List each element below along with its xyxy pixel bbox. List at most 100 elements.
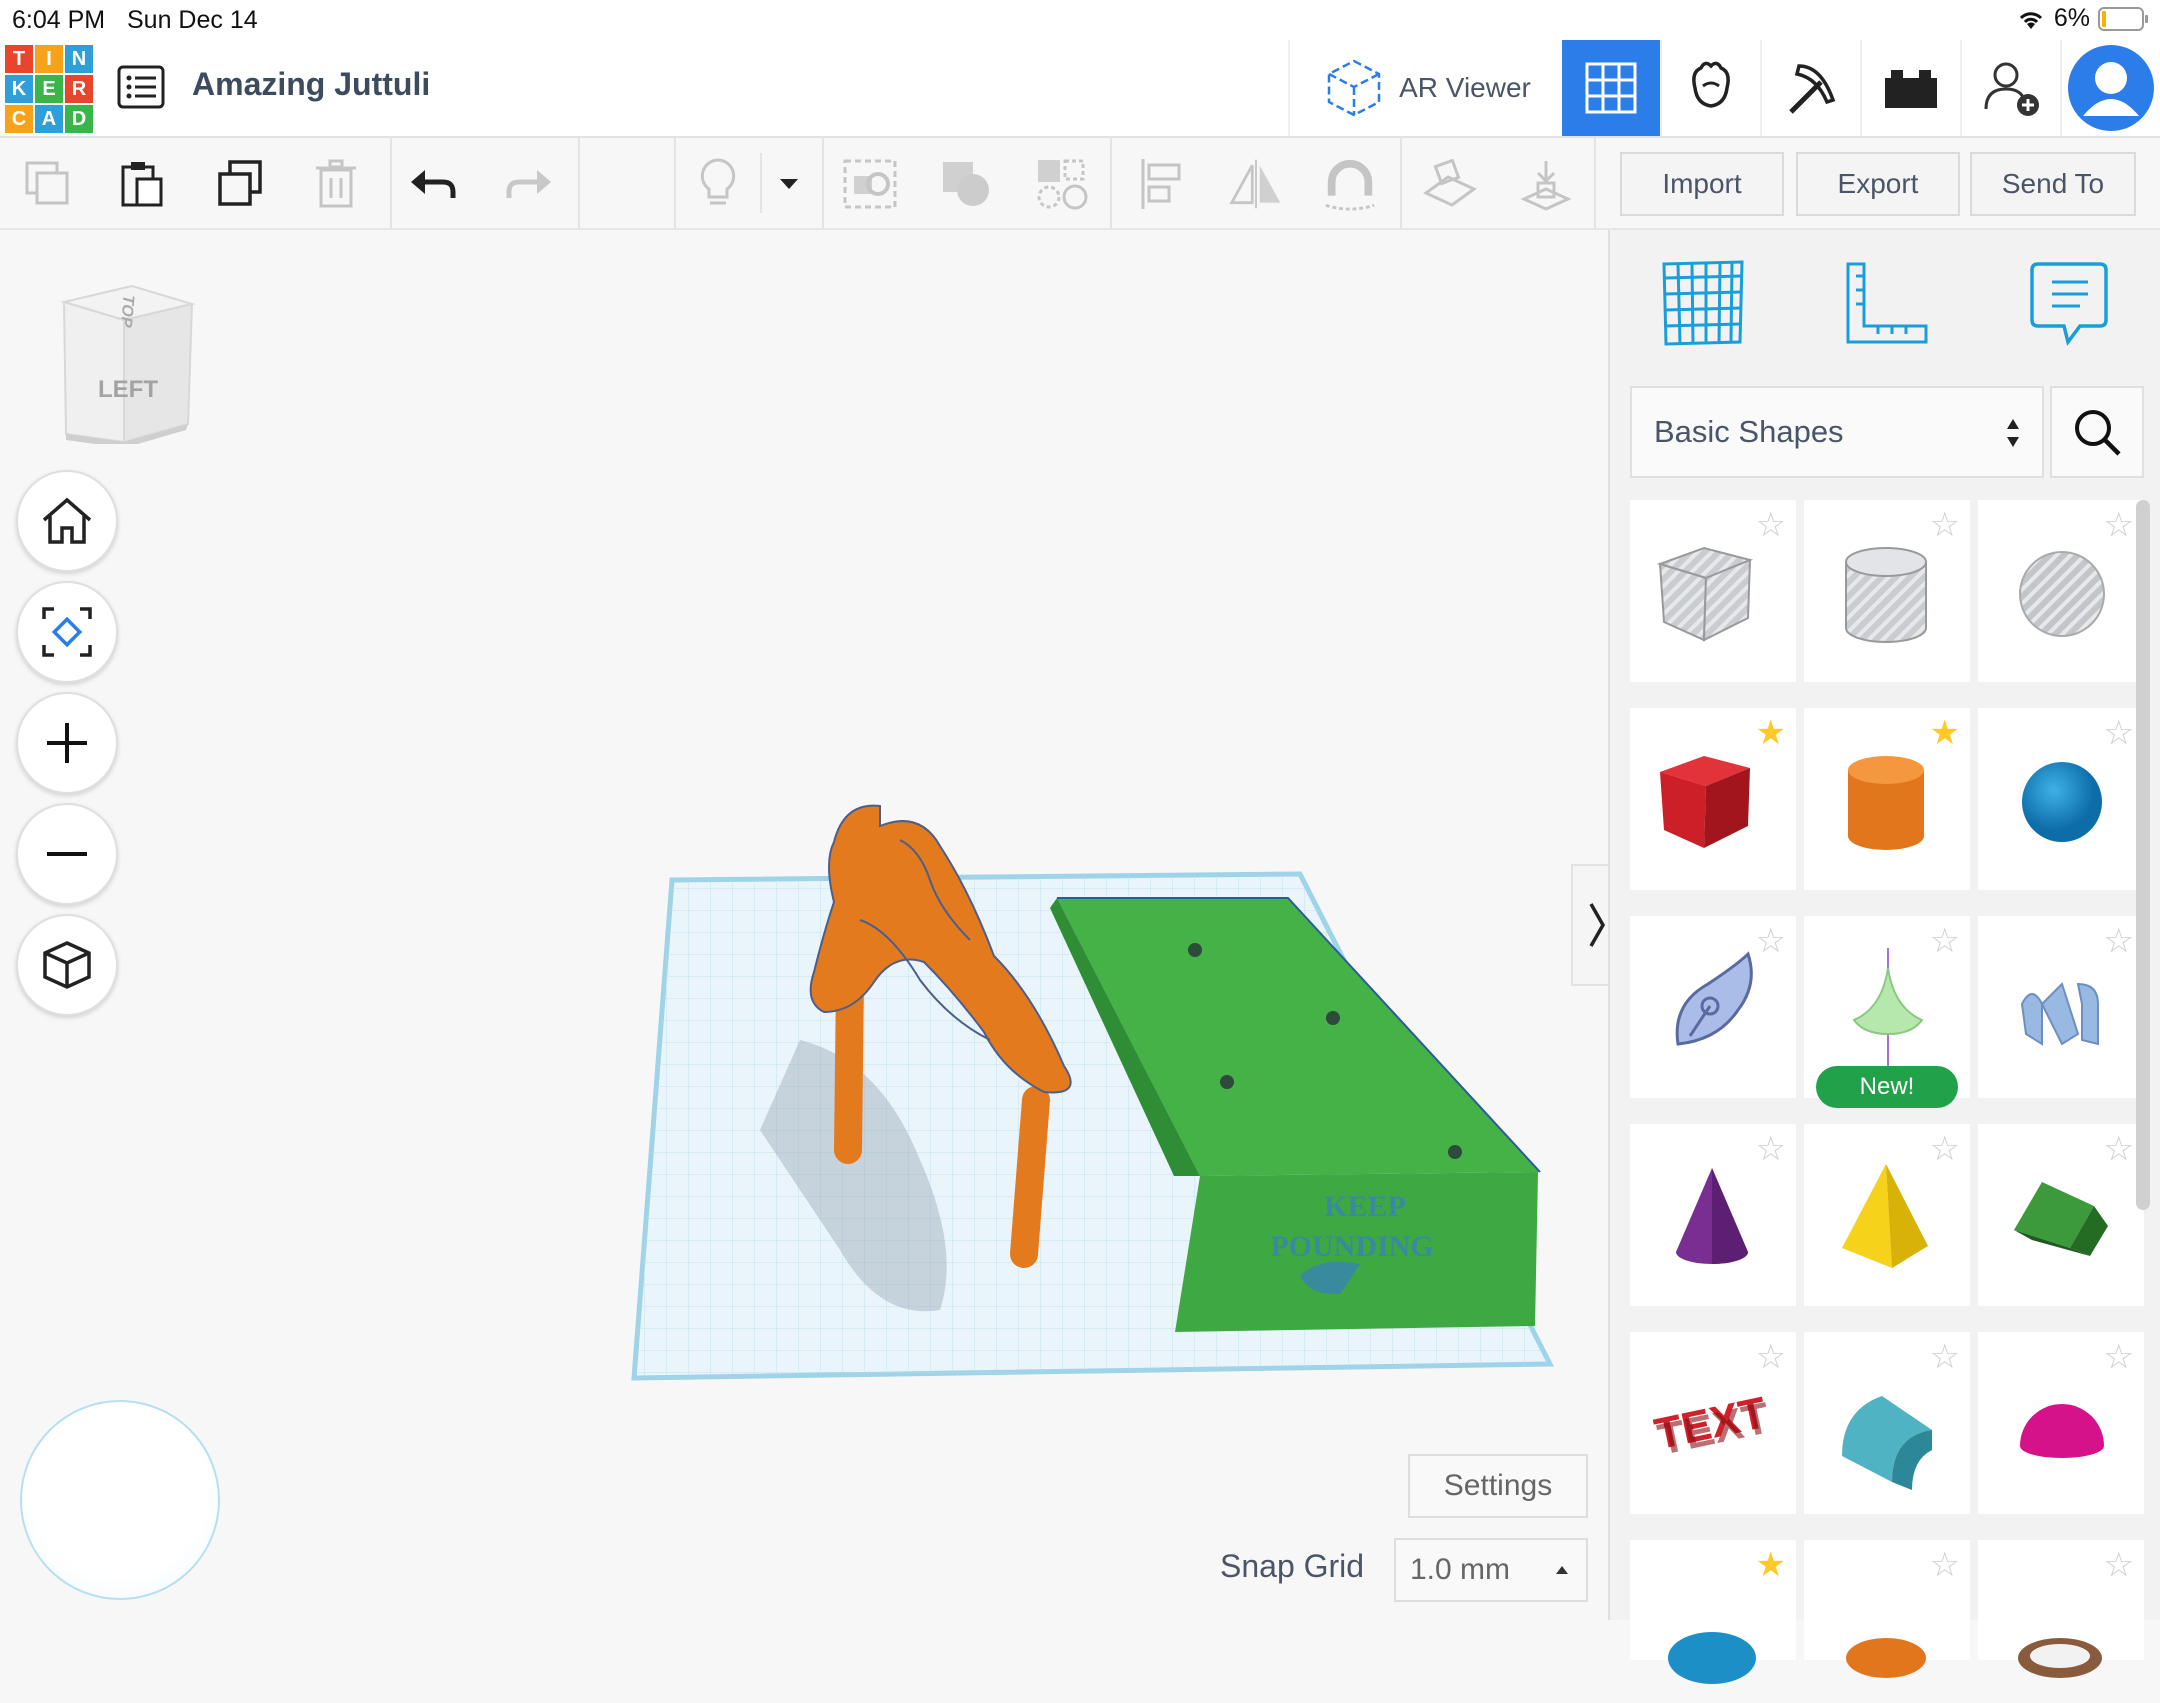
redo-button[interactable] (500, 156, 556, 212)
orbit-joystick[interactable] (20, 1400, 220, 1600)
favorite-star-icon[interactable]: ★ (1930, 716, 1960, 750)
workplane-canvas[interactable]: KEEP POUNDING (600, 800, 1600, 1400)
favorite-star-icon[interactable]: ☆ (1756, 1132, 1786, 1166)
paste-button[interactable] (114, 156, 170, 212)
group-icon (843, 159, 897, 209)
shape-tile-box-hole[interactable]: ☆ (1630, 500, 1796, 682)
plus-icon (47, 723, 87, 763)
favorite-star-icon[interactable]: ☆ (2104, 508, 2134, 542)
logo-letter: I (35, 45, 63, 73)
mirror-button[interactable] (1228, 156, 1284, 212)
shape-tile-ring[interactable]: ☆ (1978, 1540, 2144, 1678)
ruler-tool[interactable] (1842, 260, 1932, 350)
home-view-button[interactable] (16, 470, 118, 572)
duplicate-button[interactable] (212, 156, 268, 212)
align-button[interactable] (1134, 156, 1190, 212)
shape-tile-pyramid[interactable]: ☆ (1804, 1124, 1970, 1306)
pickaxe-icon (1789, 64, 1836, 114)
shape-tile-scribble[interactable]: ☆ (1630, 916, 1796, 1098)
shape-tile-cylinder-hole[interactable]: ☆ (1804, 500, 1970, 682)
text-icon: TEXT TEXT (1648, 1360, 1778, 1495)
favorite-star-icon[interactable]: ★ (1756, 716, 1786, 750)
cruise-button[interactable] (1322, 156, 1378, 212)
minecraft-tab[interactable] (1760, 40, 1860, 136)
ar-viewer-label: AR Viewer (1399, 72, 1531, 103)
favorite-star-icon[interactable]: ☆ (2104, 1548, 2134, 1582)
export-button[interactable]: Export (1796, 152, 1960, 216)
workplane-tool[interactable] (1658, 258, 1748, 348)
shape-tile-torus[interactable]: ★ (1630, 1540, 1796, 1684)
show-dropdown-button[interactable] (762, 156, 816, 212)
ungroup-icon (943, 162, 989, 206)
favorite-star-icon[interactable]: ☆ (1756, 1340, 1786, 1374)
zoom-in-button[interactable] (16, 692, 118, 794)
chevron-right-icon (1589, 903, 1606, 947)
ar-cube-icon (1327, 59, 1381, 117)
shape-tile-shape-generator[interactable]: ☆ New! (1804, 916, 1970, 1108)
undo-button[interactable] (406, 156, 462, 212)
favorite-star-icon[interactable]: ☆ (2104, 716, 2134, 750)
favorite-star-icon[interactable]: ☆ (2104, 1340, 2134, 1374)
profile-avatar[interactable] (2060, 40, 2160, 136)
shape-tile-text-wave[interactable]: ☆ (1978, 916, 2144, 1098)
favorite-star-icon[interactable]: ☆ (1756, 924, 1786, 958)
delete-button[interactable] (308, 156, 364, 212)
cylinder-hole-icon (1822, 528, 1952, 663)
design-list-button[interactable] (116, 62, 166, 112)
design-title[interactable]: Amazing Juttuli (192, 66, 430, 103)
shape-tile-half-cylinder[interactable]: ☆ (1804, 1332, 1970, 1514)
add-user-icon (1984, 62, 2039, 116)
solid-hole-button[interactable] (1034, 156, 1090, 212)
workplane-button[interactable] (1422, 156, 1478, 212)
favorite-star-icon[interactable]: ☆ (1930, 1548, 1960, 1582)
cube-outline-icon (43, 941, 91, 989)
group-button[interactable] (842, 156, 898, 212)
minus-icon (47, 852, 87, 856)
3d-design-tab[interactable] (1562, 40, 1660, 136)
logo-letter: E (35, 75, 63, 103)
brick-icon (1885, 70, 1937, 108)
shape-library-select[interactable]: Basic Shapes (1630, 386, 2044, 478)
show-all-button[interactable] (690, 156, 746, 212)
import-button[interactable]: Import (1620, 152, 1784, 216)
invite-button[interactable] (1960, 40, 2060, 136)
shape-tile-cone[interactable]: ☆ (1630, 1124, 1796, 1306)
shape-tile-roof[interactable]: ☆ (1978, 1124, 2144, 1306)
zoom-out-button[interactable] (16, 803, 118, 905)
grid-icon (1585, 62, 1637, 114)
tinkercad-logo[interactable]: TIN KER CAD (5, 45, 93, 133)
view-cube[interactable]: TOP LEFT (58, 284, 198, 448)
shape-tile-box[interactable]: ★ (1630, 708, 1796, 890)
fit-view-button[interactable] (16, 581, 118, 683)
ruler-drop-button[interactable] (1518, 156, 1574, 212)
favorite-star-icon[interactable]: ☆ (1756, 508, 1786, 542)
half-cylinder-icon (1822, 1360, 1952, 1495)
lego-tab[interactable] (1860, 40, 1960, 136)
ar-viewer-button[interactable]: AR Viewer (1288, 40, 1562, 136)
send-to-button[interactable]: Send To (1970, 152, 2136, 216)
blocks-tab[interactable] (1660, 40, 1760, 136)
shape-search-button[interactable] (2050, 386, 2144, 478)
shape-tile-text[interactable]: TEXT TEXT ☆ (1630, 1332, 1796, 1514)
ortho-view-button[interactable] (16, 914, 118, 1016)
favorite-star-icon[interactable]: ☆ (1930, 1132, 1960, 1166)
shape-tile-half-sphere[interactable]: ☆ (1978, 1332, 2144, 1514)
favorite-star-icon[interactable]: ☆ (1930, 1340, 1960, 1374)
ungroup-button[interactable] (938, 156, 994, 212)
shape-tile-sphere[interactable]: ☆ (1978, 708, 2144, 890)
settings-button[interactable]: Settings (1408, 1454, 1588, 1518)
favorite-star-icon[interactable]: ☆ (2104, 924, 2134, 958)
favorite-star-icon[interactable]: ★ (1756, 1548, 1786, 1582)
toolbar-divider (674, 138, 676, 228)
notes-tool[interactable] (2026, 260, 2116, 350)
favorite-star-icon[interactable]: ☆ (1930, 924, 1960, 958)
shape-tile-sphere-hole[interactable]: ☆ (1978, 500, 2144, 682)
favorite-star-icon[interactable]: ☆ (1930, 508, 1960, 542)
shape-tile-tube[interactable]: ☆ (1804, 1540, 1970, 1678)
panel-scrollbar[interactable] (2136, 500, 2150, 1210)
favorite-star-icon[interactable]: ☆ (2104, 1132, 2134, 1166)
shape-tile-cylinder[interactable]: ★ (1804, 708, 1970, 890)
sphere-icon (1996, 736, 2126, 871)
copy-button[interactable] (20, 156, 76, 212)
snap-grid-select[interactable]: 1.0 mm (1394, 1538, 1588, 1602)
